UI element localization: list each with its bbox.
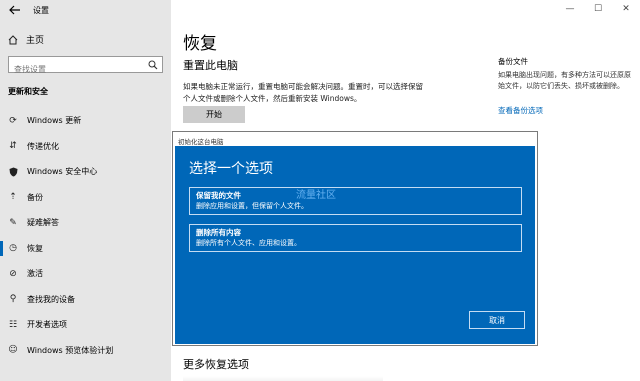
section-heading: 更新和安全 — [8, 87, 48, 96]
reset-dialog: 初始化这台电脑 选择一个选项 流量社区 保留我的文件 删除应用和设置，但保留个人… — [172, 131, 538, 346]
maximize-button[interactable]: ☐ — [584, 0, 612, 18]
wrench-icon: ✎ — [9, 217, 17, 228]
minimize-button[interactable]: — — [556, 0, 584, 18]
home-icon — [8, 34, 18, 44]
check-circle-icon: ⊘ — [9, 268, 17, 279]
sidebar-item-backup[interactable]: ⇡ 备份 — [0, 185, 171, 211]
window-title: 设置 — [33, 6, 49, 15]
remove-everything-option[interactable]: 删除所有内容 删除所有个人文件、应用和设置。 — [189, 224, 522, 252]
sidebar-home[interactable]: 主页 — [8, 33, 44, 46]
sidebar-item-activation[interactable]: ⊘ 激活 — [0, 261, 171, 287]
sidebar-nav: ⟳ Windows 更新 ⇵ 传递优化 Windows 安全中心 ⇡ 备份 ✎ … — [0, 108, 171, 363]
search-icon[interactable] — [148, 60, 158, 70]
backup-options-link[interactable]: 查看备份选项 — [498, 105, 543, 116]
close-button[interactable]: ✕ — [612, 0, 640, 18]
home-label: 主页 — [26, 36, 45, 46]
option-title: 保留我的文件 — [196, 191, 241, 200]
sidebar-item-label: Windows 预览体验计划 — [27, 345, 114, 355]
more-recovery-fade — [183, 376, 383, 381]
related-description: 如果电脑出现问题，有多种方法可以还原原始文件，以防它们丢失、损坏或被删除。 — [498, 71, 631, 90]
sidebar-item-developer[interactable]: ☷ 开发者选项 — [0, 312, 171, 338]
sidebar-item-troubleshoot[interactable]: ✎ 疑难解答 — [0, 210, 171, 236]
search-input[interactable] — [9, 62, 139, 77]
option-description: 删除应用和设置，但保留个人文件。 — [196, 202, 308, 210]
history-icon: ◷ — [9, 243, 17, 254]
dialog-heading: 选择一个选项 — [189, 161, 273, 177]
sidebar-item-label: 恢复 — [27, 243, 43, 253]
sidebar-item-delivery[interactable]: ⇵ 传递优化 — [0, 134, 171, 160]
sidebar-item-recovery[interactable]: ◷ 恢复 — [0, 236, 171, 262]
sidebar-item-windows-update[interactable]: ⟳ Windows 更新 — [0, 108, 171, 134]
sidebar-item-label: 查找我的设备 — [27, 294, 75, 304]
page-title: 恢复 — [183, 34, 217, 54]
related-heading: 备份文件 — [498, 57, 528, 66]
sidebar-item-label: 传递优化 — [27, 141, 59, 151]
reset-description: 如果电脑未正常运行，重置电脑可能会解决问题。重置时，可以选择保留个人文件或删除个… — [183, 82, 423, 103]
backup-icon: ⇡ — [9, 192, 17, 203]
more-recovery-heading: 更多恢复选项 — [183, 358, 249, 371]
delivery-icon: ⇵ — [9, 141, 17, 152]
window-controls: — ☐ ✕ — [556, 0, 640, 18]
sidebar-item-label: Windows 安全中心 — [27, 167, 98, 177]
sidebar-item-find-device[interactable]: ⚲ 查找我的设备 — [0, 287, 171, 313]
sync-icon: ⟳ — [9, 115, 17, 126]
search-box[interactable] — [8, 56, 163, 77]
start-button[interactable]: 开始 — [183, 106, 245, 123]
dev-icon: ☷ — [8, 319, 18, 330]
sidebar-item-label: 开发者选项 — [27, 320, 67, 330]
sidebar-item-security[interactable]: Windows 安全中心 — [0, 159, 171, 185]
dialog-title: 初始化这台电脑 — [178, 138, 224, 146]
keep-files-option[interactable]: 保留我的文件 删除应用和设置，但保留个人文件。 — [189, 187, 522, 215]
sidebar-item-label: Windows 更新 — [27, 116, 82, 126]
insider-icon: ☺ — [8, 345, 18, 356]
sidebar-item-label: 激活 — [27, 269, 43, 279]
sidebar-item-label: 疑难解答 — [27, 218, 59, 228]
shield-icon — [8, 167, 18, 177]
back-arrow-icon[interactable] — [9, 5, 21, 15]
cancel-button[interactable]: 取消 — [469, 311, 525, 329]
sidebar-item-insider[interactable]: ☺ Windows 预览体验计划 — [0, 338, 171, 364]
dialog-body: 选择一个选项 流量社区 保留我的文件 删除应用和设置，但保留个人文件。 删除所有… — [175, 146, 535, 344]
person-location-icon: ⚲ — [9, 294, 17, 305]
reset-heading: 重置此电脑 — [183, 59, 238, 72]
sidebar: 设置 主页 更新和安全 ⟳ Windows 更新 ⇵ 传递优化 Windows … — [0, 0, 171, 381]
option-title: 删除所有内容 — [196, 228, 241, 237]
option-description: 删除所有个人文件、应用和设置。 — [196, 239, 301, 247]
sidebar-item-label: 备份 — [27, 192, 43, 202]
